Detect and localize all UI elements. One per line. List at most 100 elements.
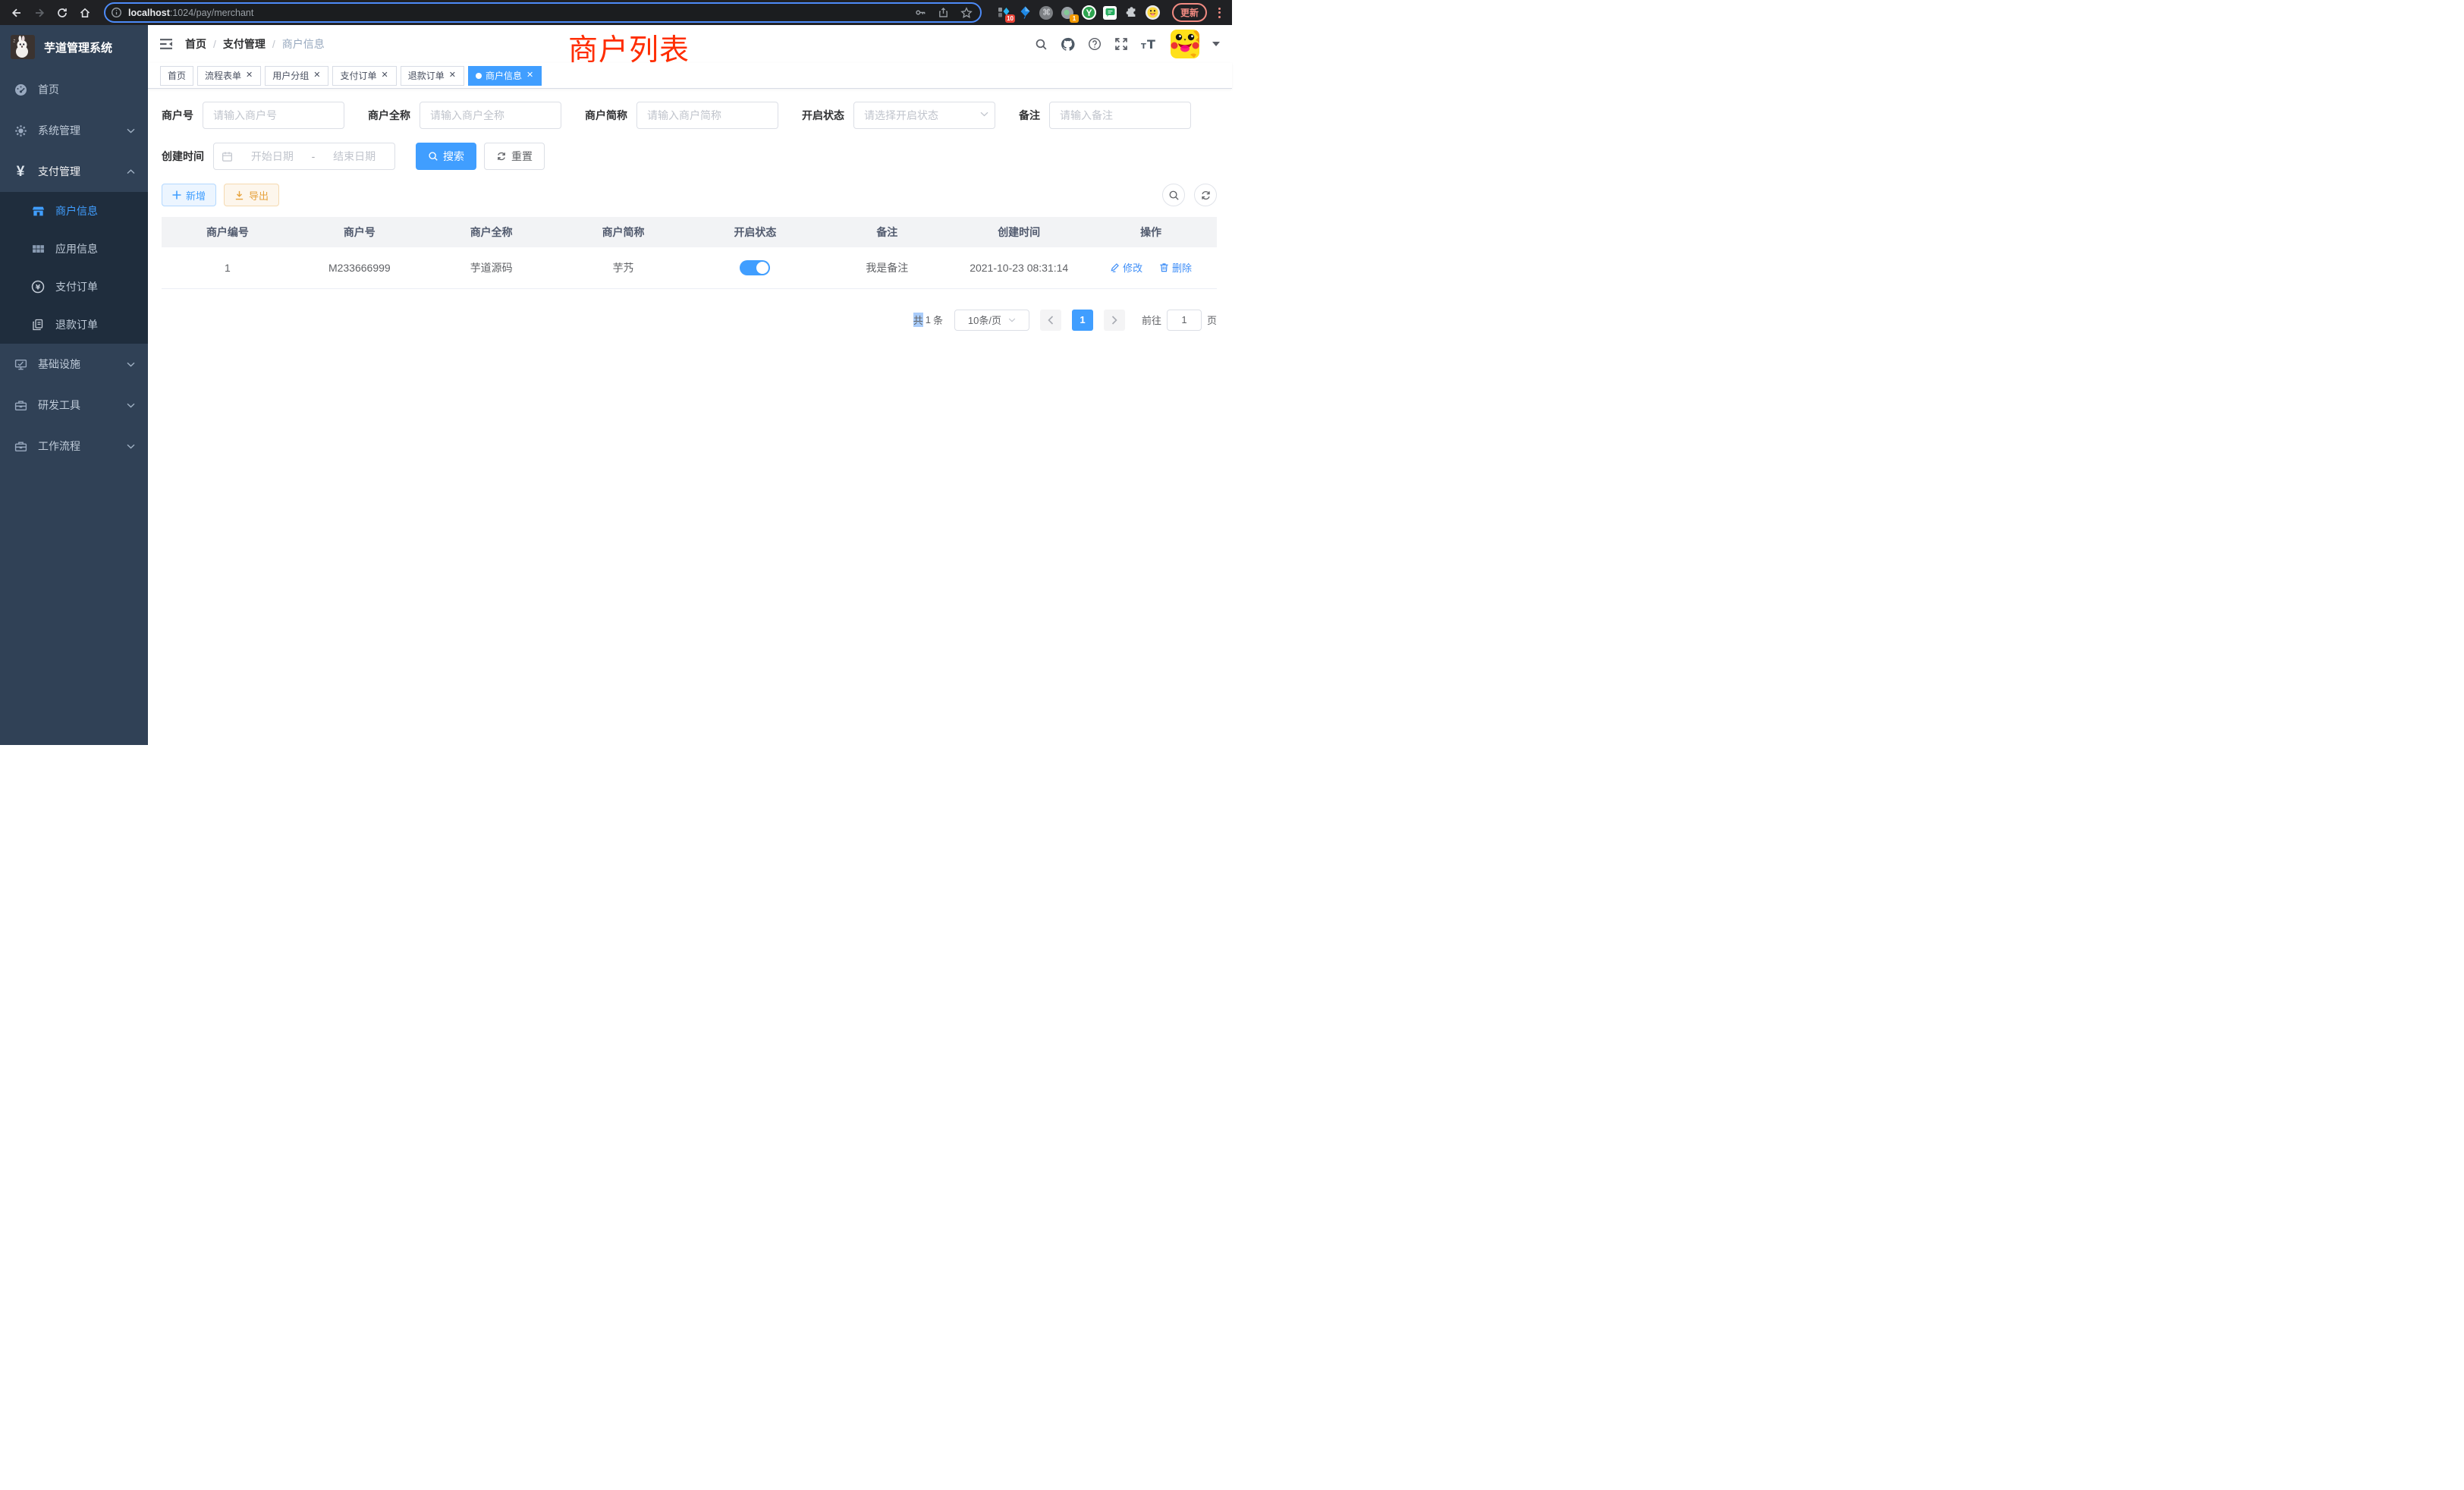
navbar-actions: TT: [1035, 30, 1220, 58]
breadcrumb-home[interactable]: 首页: [185, 36, 206, 52]
refresh-table-button[interactable]: [1194, 184, 1217, 206]
tabs-extension-icon[interactable]: 10: [997, 5, 1011, 20]
status-toggle[interactable]: [740, 260, 770, 275]
browser-menu-icon[interactable]: [1213, 5, 1225, 21]
close-icon[interactable]: ✕: [381, 71, 389, 80]
page-content: 商户号 商户全称 商户简称 开启状态: [148, 89, 1232, 745]
col-header-actions: 操作: [1085, 217, 1217, 247]
avatar-caret-icon[interactable]: [1212, 42, 1220, 46]
sidebar-fold-icon[interactable]: [159, 38, 173, 50]
monitor-icon: [13, 358, 28, 371]
search-button[interactable]: 搜索: [416, 143, 476, 170]
status-extension-icon[interactable]: 1: [1061, 5, 1075, 20]
site-info-icon[interactable]: [109, 6, 123, 20]
field-label: 商户简称: [585, 108, 627, 123]
table-header-row: 商户编号 商户号 商户全称 商户简称 开启状态 备注 创建时间 操作: [162, 217, 1217, 247]
show-search-icon-button[interactable]: [1162, 184, 1185, 206]
share-icon[interactable]: [935, 7, 952, 18]
status-select[interactable]: [853, 102, 995, 129]
sidebar-item-label: 首页: [38, 82, 59, 97]
col-header-short-name: 商户简称: [558, 217, 690, 247]
browser-forward-icon[interactable]: [30, 3, 49, 23]
github-icon[interactable]: [1061, 37, 1075, 52]
prev-page-button[interactable]: [1040, 310, 1061, 331]
edit-link[interactable]: 修改: [1110, 260, 1142, 275]
add-button[interactable]: 新增: [162, 184, 216, 206]
command-extension-icon[interactable]: ⌘: [1039, 5, 1054, 20]
url-text[interactable]: localhost:1024/pay/merchant: [128, 8, 907, 18]
close-icon[interactable]: ✕: [448, 71, 457, 80]
sidebar-item-label: 工作流程: [38, 439, 80, 454]
sidebar-item-dev-tools[interactable]: 研发工具: [0, 385, 148, 426]
sidebar-logo[interactable]: 芋道管理系统: [0, 25, 148, 69]
user-avatar[interactable]: [1171, 30, 1199, 58]
tab-refund-order[interactable]: 退款订单✕: [401, 66, 464, 86]
y-glyph: Y: [1082, 5, 1096, 20]
password-key-icon[interactable]: [912, 7, 929, 18]
y-extension-icon[interactable]: Y: [1082, 5, 1096, 20]
dashboard-icon: [13, 83, 28, 96]
command-glyph: ⌘: [1039, 6, 1053, 20]
address-bar[interactable]: localhost:1024/pay/merchant: [104, 2, 982, 23]
breadcrumb-payment[interactable]: 支付管理: [223, 36, 266, 52]
tab-label: 用户分组: [272, 69, 309, 82]
sidebar-item-app-info[interactable]: 应用信息: [0, 230, 148, 268]
profile-emoji-icon[interactable]: [1146, 5, 1160, 20]
font-size-icon[interactable]: TT: [1141, 38, 1158, 51]
sidebar-item-workflow[interactable]: 工作流程: [0, 426, 148, 467]
delete-link-label: 删除: [1172, 260, 1192, 275]
tab-pay-order[interactable]: 支付订单✕: [332, 66, 396, 86]
sidebar-item-label: 应用信息: [55, 241, 98, 256]
date-range-picker[interactable]: 开始日期 - 结束日期: [213, 143, 395, 170]
fullscreen-icon[interactable]: [1114, 37, 1128, 51]
tab-home[interactable]: 首页: [160, 66, 193, 86]
short-name-input[interactable]: [636, 102, 778, 129]
calendar-icon: [222, 151, 233, 162]
sidebar-item-payment[interactable]: ¥ 支付管理: [0, 151, 148, 192]
tab-merchant-info[interactable]: 商户信息✕: [468, 66, 542, 86]
chrome-update-button[interactable]: 更新: [1172, 3, 1207, 22]
browser-back-icon[interactable]: [7, 3, 27, 23]
page-number-button[interactable]: 1: [1072, 310, 1093, 331]
next-page-button[interactable]: [1104, 310, 1125, 331]
tab-process-form[interactable]: 流程表单✕: [197, 66, 261, 86]
puzzle-extensions-icon[interactable]: [1124, 5, 1139, 20]
sidebar-item-home[interactable]: 首页: [0, 69, 148, 110]
sidebar-item-infra[interactable]: 基础设施: [0, 344, 148, 385]
chevron-down-icon: [127, 403, 135, 408]
export-button-label: 导出: [249, 188, 269, 203]
remark-input[interactable]: [1049, 102, 1191, 129]
goto-page-input[interactable]: [1167, 310, 1202, 331]
browser-reload-icon[interactable]: [52, 3, 72, 23]
sidebar-item-label: 研发工具: [38, 398, 80, 413]
sidebar-item-label: 基础设施: [38, 357, 80, 372]
page-size-select[interactable]: 10条/页: [954, 310, 1029, 331]
date-end-placeholder: 结束日期: [322, 149, 387, 164]
bookmark-star-icon[interactable]: [957, 7, 976, 19]
date-separator: -: [312, 150, 316, 162]
sidebar-item-merchant[interactable]: 商户信息: [0, 192, 148, 230]
delete-link[interactable]: 删除: [1159, 260, 1192, 275]
sidebar-item-pay-order[interactable]: ¥ 支付订单: [0, 268, 148, 306]
tab-user-group[interactable]: 用户分组 ✕: [265, 66, 328, 86]
browser-home-icon[interactable]: [75, 3, 95, 23]
merchant-no-input[interactable]: [203, 102, 344, 129]
sidebar-item-system[interactable]: 系统管理: [0, 110, 148, 151]
yen-circle-icon: ¥: [30, 280, 46, 294]
chat-extension-icon[interactable]: [1103, 5, 1117, 20]
chevron-down-icon: [127, 362, 135, 367]
merchant-table: 商户编号 商户号 商户全称 商户简称 开启状态 备注 创建时间 操作 1 M23…: [162, 217, 1217, 289]
reset-button[interactable]: 重置: [484, 143, 545, 170]
export-button[interactable]: 导出: [224, 184, 279, 206]
full-name-input[interactable]: [420, 102, 561, 129]
sidebar-item-refund-order[interactable]: 退款订单: [0, 306, 148, 344]
status-select-input[interactable]: [853, 102, 995, 129]
app-title: 芋道管理系统: [44, 39, 112, 55]
kite-extension-icon[interactable]: [1018, 5, 1032, 20]
close-icon[interactable]: ✕: [245, 71, 253, 80]
close-icon[interactable]: ✕: [526, 71, 534, 80]
close-icon[interactable]: ✕: [313, 71, 321, 80]
help-icon[interactable]: [1088, 37, 1102, 51]
header-search-icon[interactable]: [1035, 38, 1048, 51]
active-dot: [476, 73, 482, 79]
